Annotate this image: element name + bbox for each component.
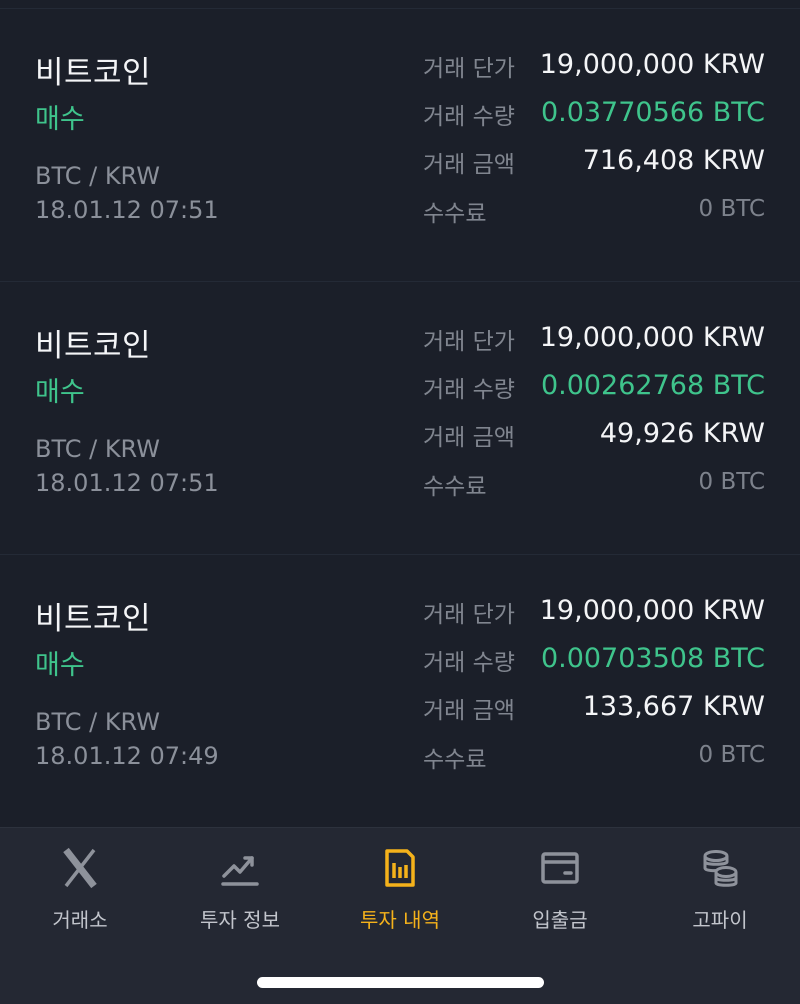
quantity-value: 0.00262768 BTC — [540, 370, 765, 401]
fee-label: 수수료 — [423, 474, 487, 500]
trade-pair: BTC / KRW — [35, 162, 160, 190]
fee-value: 0 BTC — [698, 742, 765, 768]
quantity-label: 거래 수량 — [423, 104, 515, 130]
coin-name: 비트코인 — [35, 328, 152, 364]
nav-label: 고파이 — [692, 908, 748, 932]
fee-value: 0 BTC — [698, 469, 765, 495]
nav-label: 투자 내역 — [360, 908, 440, 932]
trade-card[interactable]: 비트코인 매수 BTC / KRW 18.01.12 07:49 거래 단가 1… — [0, 555, 800, 828]
price-label: 거래 단가 — [423, 56, 515, 82]
trade-time: 18.01.12 07:51 — [35, 196, 219, 224]
trade-type-badge: 매수 — [35, 650, 85, 681]
nav-label: 투자 정보 — [200, 908, 280, 932]
coins-stack-icon — [703, 850, 738, 887]
coin-name: 비트코인 — [35, 55, 152, 91]
amount-label: 거래 금액 — [423, 698, 515, 724]
trade-pair: BTC / KRW — [35, 435, 160, 463]
price-value: 19,000,000 KRW — [539, 322, 765, 353]
price-label: 거래 단가 — [423, 329, 515, 355]
quantity-value: 0.00703508 BTC — [540, 643, 765, 674]
nav-label: 입출금 — [532, 908, 588, 932]
nav-item-invest-info[interactable]: 투자 정보 — [160, 828, 320, 938]
trade-card[interactable]: 비트코인 매수 BTC / KRW 18.01.12 07:51 거래 단가 1… — [0, 282, 800, 555]
coin-name: 비트코인 — [35, 601, 152, 637]
nav-item-invest-history[interactable]: 투자 내역 — [320, 828, 480, 938]
amount-label: 거래 금액 — [423, 152, 515, 178]
fee-value: 0 BTC — [698, 196, 765, 222]
price-value: 19,000,000 KRW — [539, 595, 765, 626]
trade-history-screen: 비트코인 매수 BTC / KRW 18.01.12 07:51 거래 단가 1… — [0, 0, 800, 1004]
amount-value: 49,926 KRW — [599, 418, 765, 449]
quantity-label: 거래 수량 — [423, 377, 515, 403]
nav-item-deposit-withdraw[interactable]: 입출금 — [480, 828, 640, 938]
amount-value: 133,667 KRW — [582, 691, 765, 722]
trade-type-badge: 매수 — [35, 104, 85, 135]
trade-time: 18.01.12 07:49 — [35, 742, 219, 770]
nav-item-gopax-fi[interactable]: 고파이 — [640, 828, 800, 938]
price-label: 거래 단가 — [423, 602, 515, 628]
amount-value: 716,408 KRW — [582, 145, 765, 176]
nav-label: 거래소 — [52, 908, 108, 932]
nav-item-exchange[interactable]: 거래소 — [0, 828, 160, 938]
fee-label: 수수료 — [423, 747, 487, 773]
amount-label: 거래 금액 — [423, 425, 515, 451]
trade-pair: BTC / KRW — [35, 708, 160, 736]
trade-list: 비트코인 매수 BTC / KRW 18.01.12 07:51 거래 단가 1… — [0, 9, 800, 828]
home-indicator[interactable] — [257, 977, 544, 988]
trade-type-badge: 매수 — [35, 377, 85, 408]
exchange-x-icon — [63, 847, 97, 889]
trade-card[interactable]: 비트코인 매수 BTC / KRW 18.01.12 07:51 거래 단가 1… — [0, 9, 800, 282]
quantity-value: 0.03770566 BTC — [540, 97, 765, 128]
fee-label: 수수료 — [423, 201, 487, 227]
wallet-icon — [541, 852, 579, 884]
trend-chart-icon — [221, 856, 259, 886]
history-list-icon — [385, 849, 415, 887]
price-value: 19,000,000 KRW — [539, 49, 765, 80]
trade-time: 18.01.12 07:51 — [35, 469, 219, 497]
quantity-label: 거래 수량 — [423, 650, 515, 676]
